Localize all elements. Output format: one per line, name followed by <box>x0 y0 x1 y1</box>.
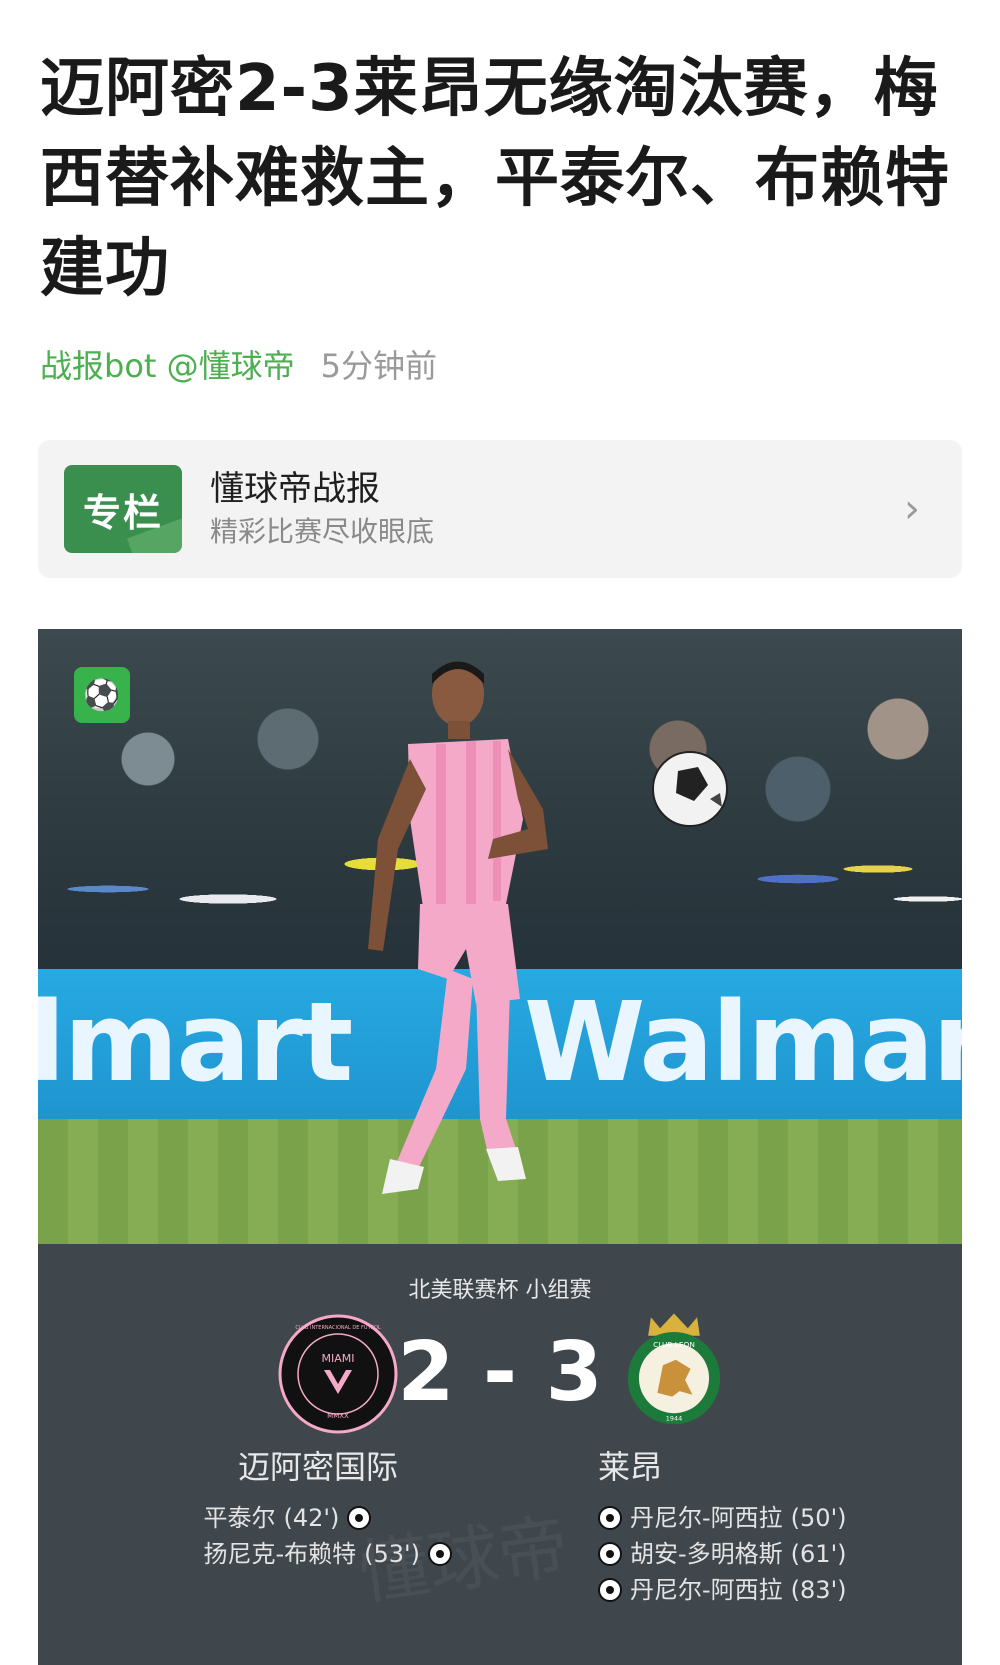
home-score: 2 <box>397 1325 455 1420</box>
column-card[interactable]: 专栏 懂球帝战报 精彩比赛尽收眼底 › <box>38 440 962 578</box>
chevron-right-icon: › <box>904 486 920 532</box>
publish-time: 5分钟前 <box>320 347 437 385</box>
scorer-row: 胡安-多明格斯 (61') <box>598 1536 847 1572</box>
scorer-row: 丹尼尔-阿西拉 (83') <box>598 1572 847 1608</box>
home-scorers: 平泰尔 (42') 扬尼克-布赖特 (53') <box>203 1500 452 1572</box>
column-subtitle: 精彩比赛尽收眼底 <box>210 515 435 548</box>
away-scorers: 丹尼尔-阿西拉 (50') 胡安-多明格斯 (61') 丹尼尔-阿西拉 (83'… <box>598 1500 847 1608</box>
soccer-ball-icon <box>652 751 728 827</box>
app-watermark-icon: ⚽ <box>74 667 130 723</box>
goal-ball-icon <box>598 1578 622 1602</box>
column-title: 懂球帝战报 <box>210 469 380 509</box>
goal-ball-icon <box>598 1506 622 1530</box>
scoreboard: 懂球帝 北美联赛杯 小组赛 MIAMI MMXX CLUB INTERNACIO… <box>38 1244 962 1665</box>
goal-ball-icon <box>347 1506 372 1530</box>
home-team-name: 迈阿密国际 <box>238 1448 399 1486</box>
scorer-name: 胡安-多明格斯 <box>630 1540 783 1568</box>
banner-text-left: lmart <box>38 978 353 1106</box>
scorer-minute: (53') <box>364 1540 420 1568</box>
scorer-minute: (83') <box>790 1576 847 1604</box>
away-team-name: 莱昂 <box>598 1448 663 1486</box>
club-leon-logo: CLUB LEON 1944 <box>627 1313 721 1425</box>
player-illustration <box>368 661 548 1194</box>
scorer-row: 丹尼尔-阿西拉 (50') <box>598 1500 847 1536</box>
author-link[interactable]: 战报bot @懂球帝 <box>40 346 295 386</box>
scorer-row: 平泰尔 (42') <box>203 1500 452 1536</box>
scorer-name: 扬尼克-布赖特 <box>203 1540 357 1568</box>
scorer-name: 丹尼尔-阿西拉 <box>630 1576 783 1604</box>
column-logo: 专栏 <box>64 465 182 553</box>
match-photo: lmart Walmart ⚽ <box>38 629 962 1244</box>
score-separator: - <box>482 1325 546 1420</box>
away-score: 3 <box>545 1325 603 1420</box>
scorer-minute: (50') <box>790 1504 847 1532</box>
scorer-row: 扬尼克-布赖特 (53') <box>203 1536 452 1572</box>
scorer-minute: (42') <box>283 1504 340 1532</box>
article-title: 迈阿密2-3莱昂无缘淘汰赛，梅西替补难救主，平泰尔、布赖特建功 <box>40 52 950 306</box>
competition-label: 北美联赛杯 小组赛 <box>408 1278 592 1303</box>
column-card-text: 懂球帝战报 精彩比赛尽收眼底 <box>210 467 882 551</box>
match-score: 2 - 3 <box>38 1318 962 1428</box>
goal-ball-icon <box>598 1542 622 1566</box>
banner-text-right: Walmart <box>524 978 962 1106</box>
scorer-name: 丹尼尔-阿西拉 <box>630 1504 783 1532</box>
goal-ball-icon <box>428 1542 452 1566</box>
column-logo-text: 专栏 <box>82 490 163 535</box>
away-logo-text: CLUB LEON <box>653 1340 695 1349</box>
scorer-minute: (61') <box>790 1540 847 1568</box>
article-meta: 战报bot @懂球帝 5分钟前 <box>40 346 437 386</box>
scorer-name: 平泰尔 <box>203 1504 276 1532</box>
away-logo-year: 1944 <box>666 1415 682 1423</box>
